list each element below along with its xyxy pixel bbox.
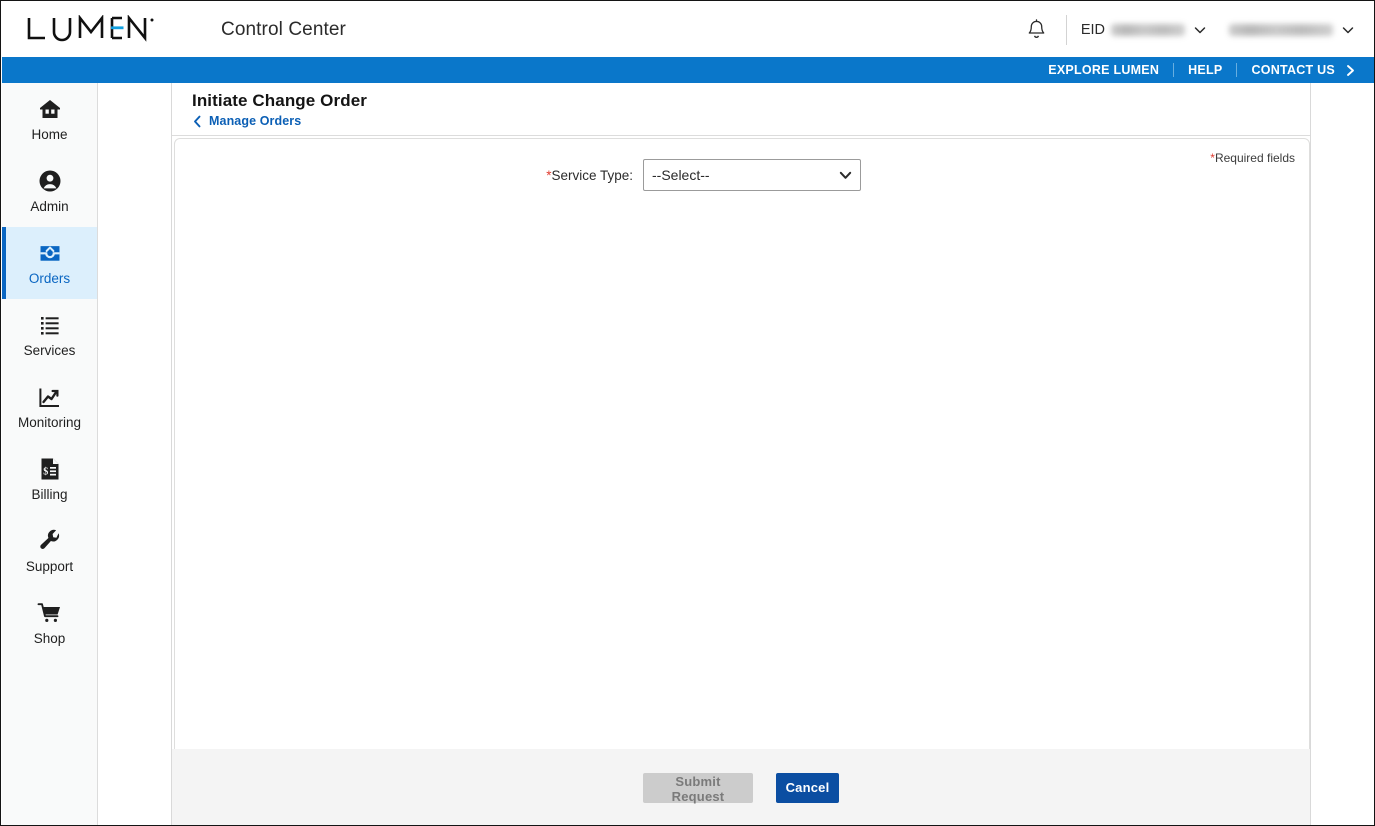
main-content: Initiate Change Order Manage Orders *Req… — [171, 83, 1311, 825]
eid-selector[interactable]: EID — [1081, 22, 1207, 38]
sidebar-item-billing[interactable]: $ Billing — [2, 443, 97, 515]
cancel-button[interactable]: Cancel — [776, 772, 839, 803]
sidebar-item-label: Home — [31, 127, 68, 143]
nav-explore-lumen[interactable]: EXPLORE LUMEN — [1034, 63, 1173, 77]
chevron-left-icon — [192, 115, 203, 128]
sidebar-item-label: Monitoring — [17, 415, 82, 431]
control-center-app: Control Center EID EXPLORE LUMEN HELP CO… — [0, 0, 1375, 826]
eid-value-masked — [1111, 23, 1185, 36]
sidebar-item-label: Shop — [33, 631, 66, 647]
sidebar-item-orders[interactable]: Orders — [2, 227, 97, 299]
utility-nav-bar: EXPLORE LUMEN HELP CONTACT US — [2, 57, 1374, 83]
sidebar-item-home[interactable]: Home — [2, 83, 97, 155]
service-type-label: *Service Type: — [175, 168, 643, 183]
list-icon — [38, 312, 62, 338]
service-type-label-text: Service Type: — [551, 167, 633, 183]
nav-contact-us-label: CONTACT US — [1251, 63, 1335, 77]
chart-trend-icon — [37, 384, 62, 410]
change-order-form-card: *Required fields *Service Type: --Select… — [174, 138, 1310, 789]
account-selector[interactable] — [1207, 23, 1355, 37]
header-right-cluster: EID — [1024, 12, 1355, 48]
sidebar-item-label: Admin — [30, 199, 69, 215]
back-to-manage-orders-link[interactable]: Manage Orders — [192, 114, 301, 128]
page-header: Initiate Change Order Manage Orders — [172, 83, 1310, 136]
chevron-right-icon — [1344, 64, 1357, 77]
nav-help[interactable]: HELP — [1174, 63, 1236, 77]
service-type-row: *Service Type: --Select-- — [175, 139, 1309, 191]
user-circle-icon — [38, 168, 62, 194]
sidebar-item-label: Support — [25, 559, 74, 575]
sidebar-item-admin[interactable]: Admin — [2, 155, 97, 227]
sidebar-item-label: Orders — [28, 271, 71, 287]
service-type-select[interactable]: --Select-- — [643, 159, 861, 191]
sidebar-item-shop[interactable]: Shop — [2, 587, 97, 659]
left-sidebar: Home Admin Orders Services Monitoring $ … — [2, 83, 98, 825]
service-type-select-wrap: --Select-- — [643, 159, 861, 191]
form-action-footer: Submit Request Cancel — [171, 749, 1311, 825]
notification-bell-icon[interactable] — [1024, 17, 1050, 43]
inbox-tray-icon — [37, 240, 63, 266]
submit-request-button[interactable]: Submit Request — [643, 772, 753, 804]
sidebar-item-label: Services — [23, 343, 76, 359]
top-header: Control Center EID — [2, 2, 1374, 57]
right-empty-area — [1312, 83, 1374, 825]
eid-label: EID — [1080, 21, 1105, 38]
home-icon — [38, 96, 62, 122]
chevron-down-icon — [1193, 23, 1207, 37]
page-title: Initiate Change Order — [192, 91, 367, 110]
account-value-masked — [1229, 23, 1333, 36]
page-app-title: Control Center — [221, 18, 346, 40]
nav-contact-us[interactable]: CONTACT US — [1237, 63, 1363, 77]
sidebar-item-monitoring[interactable]: Monitoring — [2, 371, 97, 443]
invoice-icon: $ — [39, 456, 61, 482]
sidebar-item-services[interactable]: Services — [2, 299, 97, 371]
lumen-logo[interactable] — [26, 14, 160, 45]
shopping-cart-icon — [37, 600, 63, 626]
chevron-down-icon — [1341, 23, 1355, 37]
wrench-icon — [38, 528, 62, 554]
sidebar-item-support[interactable]: Support — [2, 515, 97, 587]
svg-text:$: $ — [43, 467, 48, 478]
back-link-label: Manage Orders — [209, 114, 302, 128]
sidebar-item-label: Billing — [31, 487, 68, 503]
header-divider — [1065, 14, 1067, 45]
